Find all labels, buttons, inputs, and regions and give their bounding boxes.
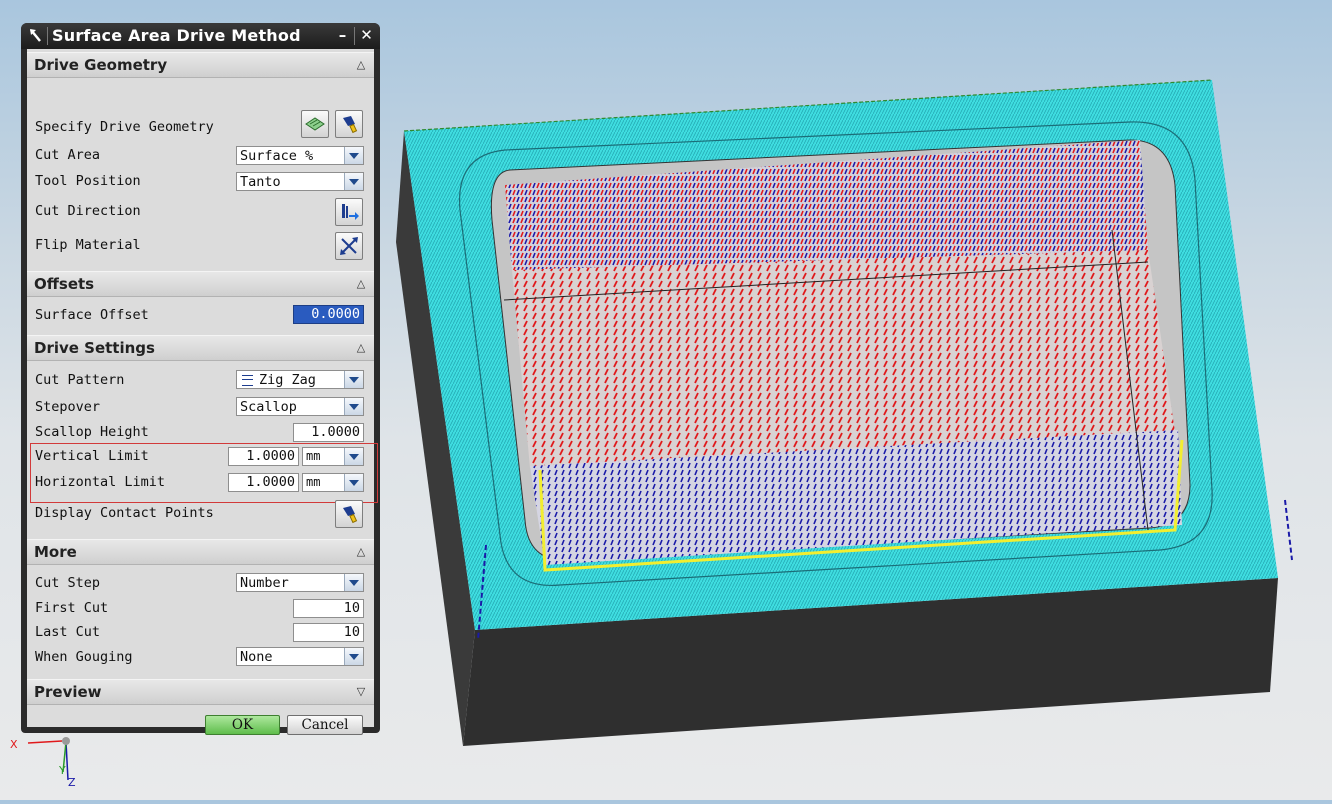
when-gouging-dropdown[interactable]: None xyxy=(236,647,364,666)
stepover-value: Scallop xyxy=(240,399,297,415)
cut-area-value: Surface % xyxy=(240,148,314,164)
stepover-dropdown[interactable]: Scallop xyxy=(236,397,364,416)
surface-offset-label: Surface Offset xyxy=(35,307,149,323)
cut-direction-icon xyxy=(340,202,360,226)
specify-drive-geometry-label: Specify Drive Geometry xyxy=(35,119,214,135)
section-preview[interactable]: Preview ▽ xyxy=(27,679,374,705)
minimize-button[interactable]: – xyxy=(333,26,352,45)
collapse-chevron-icon[interactable]: △ xyxy=(354,545,368,559)
dropdown-arrow-icon xyxy=(344,648,363,665)
specify-geometry-button[interactable] xyxy=(301,110,329,138)
section-drive-geometry[interactable]: Drive Geometry △ xyxy=(27,52,374,78)
specify-geometry-icon xyxy=(305,115,325,137)
collapse-chevron-icon[interactable]: △ xyxy=(354,58,368,72)
dropdown-arrow-icon xyxy=(344,474,363,491)
horizontal-limit-field[interactable]: 1.0000 xyxy=(228,473,299,492)
dropdown-arrow-icon xyxy=(344,371,363,388)
show-geometry-button[interactable] xyxy=(335,110,363,138)
dialog-body: Drive Geometry △ Specify Drive Geometry … xyxy=(27,49,378,735)
display-contact-points-button[interactable] xyxy=(335,500,363,528)
section-drive-settings[interactable]: Drive Settings △ xyxy=(27,335,374,361)
close-button[interactable]: ✕ xyxy=(357,26,376,45)
cut-step-dropdown[interactable]: Number xyxy=(236,573,364,592)
scallop-height-label: Scallop Height xyxy=(35,424,149,440)
tool-position-value: Tanto xyxy=(240,174,281,190)
surface-area-drive-method-dialog: Surface Area Drive Method – ✕ Drive Geom… xyxy=(21,23,380,735)
section-title: Drive Settings xyxy=(34,339,155,357)
toolpath-red xyxy=(512,250,1175,468)
flashlight-icon xyxy=(340,504,360,528)
vertical-limit-field[interactable]: 1.0000 xyxy=(228,447,299,466)
cut-pattern-dropdown[interactable]: Zig Zag xyxy=(236,370,364,389)
vertical-limit-unit: mm xyxy=(306,449,321,463)
cut-pattern-value: Zig Zag xyxy=(259,372,316,388)
triad-z-label: Z xyxy=(68,776,76,789)
flip-material-label: Flip Material xyxy=(35,237,141,253)
section-more[interactable]: More △ xyxy=(27,539,374,565)
dropdown-arrow-icon xyxy=(344,448,363,465)
display-contact-points-label: Display Contact Points xyxy=(35,505,214,521)
last-cut-label: Last Cut xyxy=(35,624,101,640)
cut-pattern-label: Cut Pattern xyxy=(35,372,125,388)
cut-area-dropdown[interactable]: Surface % xyxy=(236,146,364,165)
scallop-height-field[interactable]: 1.0000 xyxy=(293,423,364,442)
section-title: Preview xyxy=(34,683,102,701)
flip-material-button[interactable] xyxy=(335,232,363,260)
tool-position-dropdown[interactable]: Tanto xyxy=(236,172,364,191)
dialog-titlebar[interactable]: Surface Area Drive Method – ✕ xyxy=(21,23,380,49)
collapse-chevron-icon[interactable]: △ xyxy=(354,341,368,355)
wcs-triad: X Y Z xyxy=(0,730,90,800)
dialog-title: Surface Area Drive Method xyxy=(52,26,301,45)
vertical-limit-label: Vertical Limit xyxy=(35,448,149,464)
tool-position-label: Tool Position xyxy=(35,173,141,189)
dropdown-arrow-icon xyxy=(344,147,363,164)
dropdown-arrow-icon xyxy=(344,173,363,190)
horizontal-limit-label: Horizontal Limit xyxy=(35,474,166,490)
expand-chevron-icon[interactable]: ▽ xyxy=(354,685,368,699)
first-cut-label: First Cut xyxy=(35,600,109,616)
section-offsets[interactable]: Offsets △ xyxy=(27,271,374,297)
first-cut-field[interactable]: 10 xyxy=(293,599,364,618)
section-title: Drive Geometry xyxy=(34,56,168,74)
cut-direction-button[interactable] xyxy=(335,198,363,226)
flashlight-icon xyxy=(340,114,360,138)
cut-area-label: Cut Area xyxy=(35,147,101,163)
cut-step-value: Number xyxy=(240,575,289,591)
stepover-label: Stepover xyxy=(35,399,101,415)
dropdown-arrow-icon xyxy=(344,398,363,415)
cut-step-label: Cut Step xyxy=(35,575,101,591)
ok-button[interactable]: OK xyxy=(205,715,280,735)
triad-y-label: Y xyxy=(59,764,66,777)
surface-offset-field[interactable]: 0.0000 xyxy=(293,305,364,324)
cut-direction-label: Cut Direction xyxy=(35,203,141,219)
zigzag-pattern-icon xyxy=(242,375,253,386)
cancel-button[interactable]: Cancel xyxy=(287,715,363,735)
triad-x-label: X xyxy=(10,738,18,751)
flip-material-icon xyxy=(339,236,359,260)
last-cut-field[interactable]: 10 xyxy=(293,623,364,642)
section-title: Offsets xyxy=(34,275,95,293)
collapse-chevron-icon[interactable]: △ xyxy=(354,277,368,291)
when-gouging-label: When Gouging xyxy=(35,649,133,665)
horizontal-limit-unit: mm xyxy=(306,475,321,489)
dialog-menu-icon[interactable] xyxy=(27,27,45,45)
section-title: More xyxy=(34,543,77,561)
dropdown-arrow-icon xyxy=(344,574,363,591)
when-gouging-value: None xyxy=(240,649,273,665)
horizontal-limit-unit-dropdown[interactable]: mm xyxy=(302,473,364,492)
vertical-limit-unit-dropdown[interactable]: mm xyxy=(302,447,364,466)
